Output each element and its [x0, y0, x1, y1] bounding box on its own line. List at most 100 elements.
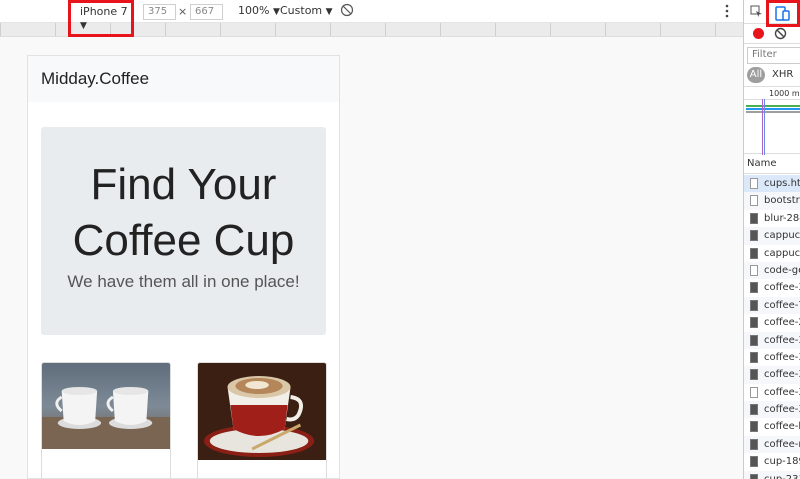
- request-row[interactable]: cup-231: [744, 470, 800, 479]
- request-row[interactable]: cups.html: [744, 175, 800, 193]
- request-name: cups.html: [764, 178, 800, 189]
- request-row[interactable]: coffee-3: [744, 331, 800, 349]
- toggle-device-toolbar-button[interactable]: [766, 0, 800, 27]
- chevron-down-icon: ▼: [325, 7, 333, 17]
- request-row[interactable]: coffee-7: [744, 296, 800, 315]
- request-name: coffee-b: [764, 421, 800, 433]
- image-file-icon: [750, 369, 758, 381]
- more-options-icon[interactable]: [724, 3, 730, 19]
- request-name: blur-2847: [764, 212, 800, 224]
- image-file-icon: [750, 404, 758, 416]
- request-row[interactable]: cappuccino-1: [744, 227, 800, 245]
- image-file-icon: [750, 317, 758, 329]
- request-name: cappuccino-2: [764, 247, 800, 259]
- request-list: cups.html bootstrap.min.css blur-2847 cappu…: [744, 175, 800, 479]
- request-row[interactable]: code-geek: [744, 261, 800, 280]
- request-row[interactable]: coffee-3: [744, 366, 800, 384]
- request-name: coffee-3: [764, 404, 800, 416]
- device-mode-icon: [775, 6, 790, 21]
- image-file-icon: [750, 438, 758, 450]
- request-name: cup-189: [764, 456, 800, 468]
- throttling-value: Custom: [280, 4, 323, 17]
- jumbotron-title-line: Find Your: [90, 160, 277, 209]
- request-row[interactable]: coffee-3: [744, 279, 800, 296]
- zoom-value: 100%: [238, 4, 270, 17]
- chevron-down-icon: ▼: [272, 7, 280, 17]
- zoom-select[interactable]: 100% ▼: [238, 4, 280, 17]
- device-select[interactable]: iPhone 7 ▼: [68, 0, 134, 37]
- device-toolbar: iPhone 7 ▼ 375 × 667 100% ▼ Custom ▼: [0, 0, 743, 37]
- coffee-card[interactable]: [41, 362, 171, 478]
- overview-bar: [746, 111, 800, 113]
- rotate-icon[interactable]: [340, 3, 354, 17]
- request-row[interactable]: cappuccino-2: [744, 245, 800, 262]
- image-file-icon: [750, 282, 758, 294]
- network-overview: 1000 ms: [744, 86, 800, 155]
- image-file-icon: [750, 421, 758, 433]
- document-file-icon: [750, 195, 758, 207]
- request-name: cup-231: [764, 474, 800, 479]
- name-column-header[interactable]: Name: [744, 154, 800, 174]
- overview-bar: [746, 105, 800, 107]
- image-file-icon: [750, 473, 758, 479]
- width-input[interactable]: 375: [143, 4, 176, 20]
- throttling-select[interactable]: Custom ▼: [280, 4, 333, 17]
- request-name: coffee-2: [764, 317, 800, 329]
- jumbotron-lead: We have them all in one place!: [67, 272, 300, 291]
- navbar: Midday.Coffee: [28, 56, 339, 102]
- request-name: cappuccino-1: [764, 230, 800, 242]
- request-row[interactable]: coffee-m: [744, 435, 800, 454]
- request-row[interactable]: bootstrap.min.css: [744, 192, 800, 210]
- request-name: bootstrap.min.css: [764, 195, 800, 207]
- jumbotron-title: Find Your Coffee Cup: [41, 157, 326, 269]
- request-name: coffee-3: [764, 351, 800, 363]
- image-file-icon: [750, 247, 758, 259]
- document-file-icon: [750, 178, 758, 189]
- request-row[interactable]: cup-189: [744, 453, 800, 470]
- record-icon[interactable]: [753, 28, 764, 39]
- request-name: code-geek: [764, 264, 800, 276]
- image-file-icon: [750, 456, 758, 468]
- device-name: iPhone 7: [80, 5, 128, 18]
- document-file-icon: [750, 264, 758, 276]
- image-file-icon: [750, 351, 758, 363]
- overview-marker: [764, 99, 765, 155]
- image-file-icon: [750, 299, 758, 311]
- request-name: coffee-3: [764, 386, 800, 398]
- image-file-icon: [750, 212, 758, 224]
- overview-axis: [744, 99, 800, 100]
- request-name: coffee-3: [764, 369, 800, 381]
- image-file-icon: [750, 334, 758, 346]
- inspect-element-icon[interactable]: [750, 5, 763, 18]
- document-file-icon: [750, 386, 758, 398]
- chevron-down-icon: ▼: [80, 21, 87, 31]
- filter-type-all[interactable]: All: [747, 67, 765, 83]
- height-input[interactable]: 667: [190, 4, 223, 20]
- coffee-card[interactable]: [197, 362, 327, 478]
- dimension-separator: ×: [178, 5, 188, 18]
- emulated-page: Midday.Coffee Find Your Coffee Cup We ha…: [27, 55, 340, 479]
- request-row[interactable]: blur-2847: [744, 210, 800, 227]
- request-name: coffee-3: [764, 282, 800, 294]
- jumbotron: Find Your Coffee Cup We have them all in…: [41, 127, 326, 335]
- request-name: coffee-m: [764, 438, 800, 450]
- request-row[interactable]: coffee-3: [744, 401, 800, 419]
- cappuccino-cup-image: [198, 363, 326, 460]
- two-white-cups-image: [42, 363, 170, 449]
- filter-input[interactable]: Filter: [747, 47, 800, 64]
- request-row[interactable]: coffee-2: [744, 314, 800, 331]
- overview-marker: [762, 99, 763, 155]
- request-name: coffee-3: [764, 334, 800, 346]
- request-name: coffee-7: [764, 299, 800, 311]
- image-file-icon: [750, 230, 758, 242]
- request-row[interactable]: coffee-b: [744, 418, 800, 435]
- clear-icon[interactable]: [774, 27, 787, 40]
- request-row[interactable]: coffee-3: [744, 384, 800, 401]
- brand-link[interactable]: Midday.Coffee: [41, 69, 149, 89]
- devtools-toolbar: [744, 0, 800, 27]
- request-row[interactable]: coffee-3: [744, 349, 800, 366]
- filter-type-xhr[interactable]: XHR: [772, 69, 793, 80]
- overview-time-label: 1000 ms: [769, 89, 800, 98]
- network-controls: [744, 24, 800, 44]
- devtools-panel: Filter All XHR 1000 ms Name cups.html boo…: [743, 0, 800, 479]
